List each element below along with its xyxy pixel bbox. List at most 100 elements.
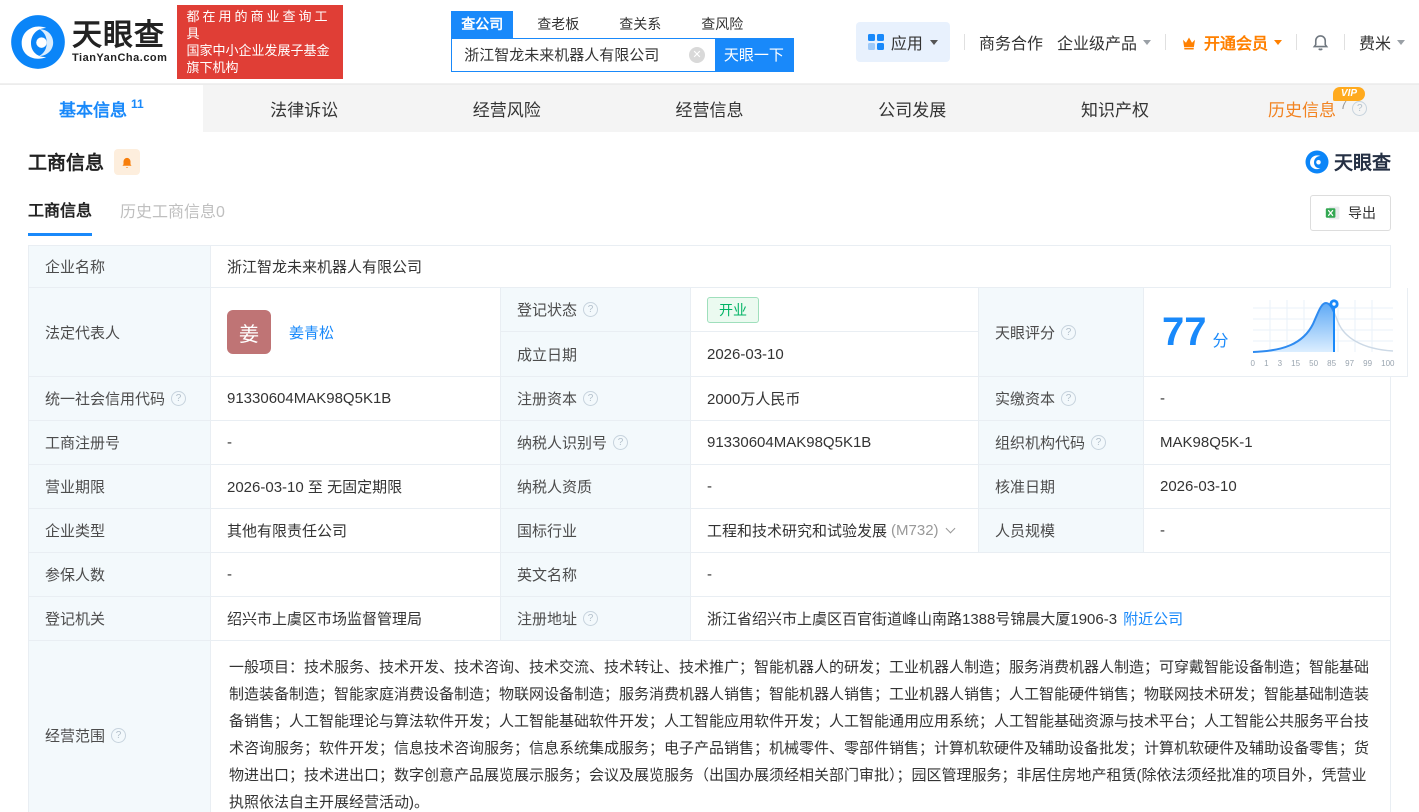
score-distribution-chart: 0 1 3 15 50 85 97 99 100	[1249, 296, 1397, 368]
reg-authority-label: 登记机关	[29, 597, 211, 641]
tab-label: 历史信息	[1268, 101, 1337, 120]
nearby-companies-link[interactable]: 附近公司	[1123, 608, 1183, 629]
search-tab-company[interactable]: 查公司	[451, 10, 514, 38]
help-icon[interactable]	[111, 727, 127, 743]
company-name-value: 浙江智龙未来机器人有限公司	[211, 246, 1391, 288]
industry-code: (M732)	[891, 522, 939, 539]
help-icon[interactable]	[1352, 101, 1368, 116]
subscribe-bell-icon[interactable]	[114, 148, 141, 175]
search-tab-boss[interactable]: 查老板	[527, 11, 589, 38]
table-row: 企业名称 浙江智龙未来机器人有限公司	[29, 246, 1391, 288]
score-unit: 分	[1212, 333, 1229, 350]
paid-capital-value: -	[1144, 377, 1391, 421]
tab-legal-proceedings[interactable]: 法律诉讼	[203, 85, 406, 132]
notification-bell-icon[interactable]	[1311, 32, 1330, 51]
subtab-business-info[interactable]: 工商信息	[28, 197, 93, 236]
tab-label: 经营信息	[675, 101, 744, 120]
company-type-label: 企业类型	[29, 509, 211, 553]
clear-icon[interactable]: ✕	[688, 46, 705, 63]
tab-basic-info[interactable]: 基本信息 11	[0, 85, 203, 132]
nav-open-vip[interactable]: 开通会员	[1180, 30, 1282, 54]
apps-menu[interactable]: 应用	[855, 21, 950, 62]
paid-capital-label: 实缴资本	[979, 377, 1144, 421]
uscc-value: 91330604MAK98Q5K1B	[211, 377, 501, 421]
score-label: 天眼评分	[979, 288, 1144, 377]
tab-intellectual-property[interactable]: 知识产权	[1014, 85, 1217, 132]
approval-date-value: 2026-03-10	[1144, 465, 1391, 509]
nav-divider	[1164, 33, 1166, 50]
legal-rep-avatar[interactable]: 姜	[227, 310, 271, 354]
help-icon[interactable]	[583, 302, 599, 317]
nav-divider	[1295, 33, 1297, 50]
taxpayer-qual-value: -	[691, 465, 979, 509]
reg-address-label: 注册地址	[501, 597, 691, 641]
user-name: 费米	[1358, 35, 1391, 53]
subtab-history-business-info[interactable]: 历史工商信息0	[120, 198, 225, 234]
reg-status-label: 登记状态	[501, 288, 691, 332]
help-icon[interactable]	[1061, 391, 1077, 406]
reg-no-value: -	[211, 421, 501, 465]
approval-date-label: 核准日期	[979, 465, 1144, 509]
tab-business-info[interactable]: 经营信息	[608, 85, 811, 132]
biz-scope-value: 一般项目：技术服务、技术开发、技术咨询、技术交流、技术转让、技术推广；智能机器人…	[211, 641, 1391, 812]
tab-label: 知识产权	[1080, 101, 1149, 120]
main-tab-bar: 基本信息 11 法律诉讼 经营风险 经营信息 公司发展 知识产权 VIP 历史信…	[0, 84, 1419, 132]
table-row: 工商注册号 - 纳税人识别号 91330604MAK98Q5K1B 组织机构代码…	[29, 421, 1391, 465]
tab-history-info[interactable]: VIP 历史信息 7	[1216, 85, 1419, 132]
industry-value: 工程和技术研究和试验发展 (M732)	[691, 509, 979, 553]
staff-size-value: -	[1144, 509, 1391, 553]
score-axis-ticks: 0 1 3 15 50 85 97 99 100	[1250, 359, 1395, 368]
nav-divider	[1343, 33, 1345, 50]
table-row: 法定代表人 姜 姜青松 登记状态 开业 成立日期 2026-03-10 天眼评分…	[29, 288, 1408, 377]
export-label: 导出	[1348, 205, 1376, 221]
score-number: 77	[1162, 310, 1207, 354]
tab-business-risk[interactable]: 经营风险	[405, 85, 608, 132]
taxpayer-id-value: 91330604MAK98Q5K1B	[691, 421, 979, 465]
search-input[interactable]	[452, 38, 715, 71]
chevron-down-icon	[1397, 40, 1405, 45]
tianyancha-logo[interactable]: 天眼查 TianYanCha.com	[10, 14, 167, 70]
search-box: ✕ 天眼一下	[451, 37, 794, 72]
insured-label: 参保人数	[29, 553, 211, 597]
org-code-value: MAK98Q5K-1	[1144, 421, 1391, 465]
nav-user[interactable]: 费米	[1359, 30, 1405, 54]
tab-company-development[interactable]: 公司发展	[811, 85, 1014, 132]
reg-address-value: 浙江省绍兴市上虞区百官街道峰山南路1388号锦晨大厦1906-3 附近公司	[691, 597, 1391, 641]
help-icon[interactable]	[583, 611, 599, 626]
reg-status-value: 开业	[691, 288, 979, 332]
help-icon[interactable]	[613, 435, 629, 450]
logo-domain: TianYanCha.com	[72, 51, 168, 64]
biz-scope-label: 经营范围	[29, 641, 211, 812]
status-badge: 开业	[707, 296, 759, 323]
search-button[interactable]: 天眼一下	[714, 38, 793, 71]
nav-business-cooperation[interactable]: 商务合作	[979, 30, 1043, 54]
chevron-down-icon[interactable]	[945, 523, 955, 534]
tab-label: 公司发展	[878, 101, 947, 120]
help-icon[interactable]	[583, 391, 599, 406]
enterprise-label: 企业级产品	[1056, 35, 1137, 53]
est-date-label: 成立日期	[501, 332, 691, 377]
reg-capital-value: 2000万人民币	[691, 377, 979, 421]
score-value[interactable]: 77 分 0 1 3 15 50 85 97 99 100	[1144, 288, 1408, 377]
nav-enterprise-products[interactable]: 企业级产品	[1057, 30, 1151, 54]
staff-size-label: 人员规模	[979, 509, 1144, 553]
slogan-line1: 都在用的商业查询工具	[186, 8, 331, 41]
search-tab-risk[interactable]: 查风险	[691, 11, 753, 38]
table-row: 参保人数 - 英文名称 -	[29, 553, 1391, 597]
help-icon[interactable]	[1091, 435, 1107, 450]
top-header: 天眼查 TianYanCha.com 都在用的商业查询工具 国家中小企业发展子基…	[0, 0, 1419, 84]
tianyancha-icon-small	[1305, 150, 1329, 173]
help-icon[interactable]	[171, 391, 187, 406]
biz-term-label: 营业期限	[29, 465, 211, 509]
tab-label: 法律诉讼	[270, 101, 339, 120]
export-button[interactable]: 导出	[1310, 195, 1391, 231]
company-name-label: 企业名称	[29, 246, 211, 288]
reg-authority-value: 绍兴市上虞区市场监督管理局	[211, 597, 501, 641]
legal-rep-link[interactable]: 姜青松	[289, 322, 334, 343]
search-tabs: 查公司 查老板 查关系 查风险	[451, 10, 794, 38]
help-icon[interactable]	[1061, 324, 1077, 340]
search-tab-relation[interactable]: 查关系	[609, 11, 671, 38]
watermark-logo: 天眼查	[1305, 148, 1391, 175]
table-row: 经营范围 一般项目：技术服务、技术开发、技术咨询、技术交流、技术转让、技术推广；…	[29, 641, 1391, 812]
logo-title: 天眼查	[72, 18, 165, 52]
